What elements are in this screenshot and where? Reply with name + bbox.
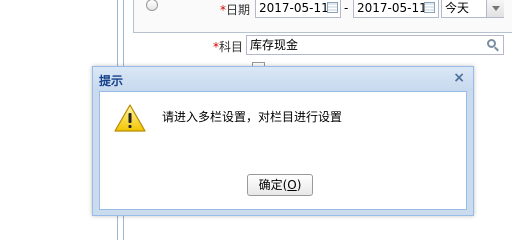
ok-label: 确定( bbox=[258, 178, 288, 192]
date-range-dash: - bbox=[344, 1, 349, 15]
chevron-down-icon[interactable] bbox=[486, 0, 504, 17]
dialog-title: 提示 bbox=[99, 74, 124, 88]
calendar-icon[interactable] bbox=[327, 2, 338, 13]
subject-value: 库存现金 bbox=[250, 38, 299, 52]
date-start-value: 2017-05-11 bbox=[259, 1, 329, 15]
date-label-text: 日期 bbox=[226, 3, 251, 17]
alert-dialog: 提示 × 请进入多栏设置，对栏目进行设置 确定(O) bbox=[92, 66, 474, 216]
subject-label-text: 科目 bbox=[219, 40, 244, 54]
calendar-icon[interactable] bbox=[424, 2, 435, 13]
dialog-message: 请进入多栏设置，对栏目进行设置 bbox=[162, 110, 343, 124]
date-label: *日期 bbox=[220, 1, 250, 18]
dialog-header: 提示 × bbox=[93, 67, 473, 91]
warning-icon bbox=[114, 104, 146, 132]
dialog-body: 请进入多栏设置，对栏目进行设置 确定(O) bbox=[99, 91, 467, 210]
subject-label: *科目 bbox=[213, 38, 243, 55]
ok-label-suffix: ) bbox=[296, 178, 302, 192]
ok-mnemonic: O bbox=[287, 178, 297, 192]
period-value: 今天 bbox=[445, 1, 470, 15]
ok-button[interactable]: 确定(O) bbox=[247, 174, 313, 196]
subject-field[interactable]: 库存现金 bbox=[246, 35, 504, 55]
close-icon[interactable]: × bbox=[453, 70, 465, 86]
date-end-value: 2017-05-11 bbox=[357, 1, 427, 15]
